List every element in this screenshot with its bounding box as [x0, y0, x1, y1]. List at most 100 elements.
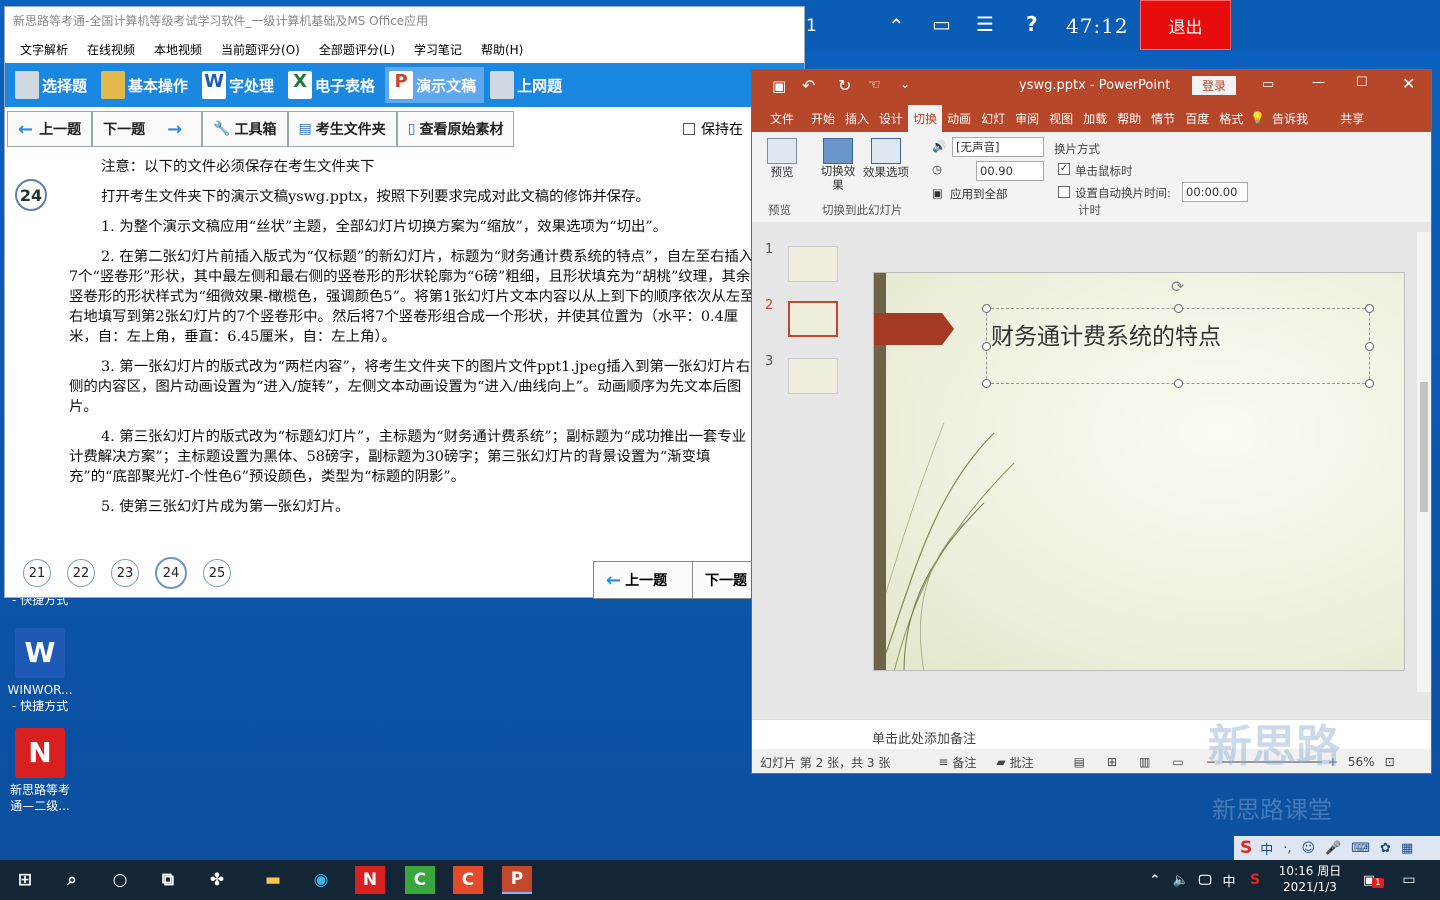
page-24[interactable]: 24 [155, 557, 187, 589]
ribbon-tab-home[interactable]: 开始 [806, 105, 840, 132]
sound-select[interactable]: [无声音] [952, 137, 1044, 157]
tab-excel[interactable]: X 电子表格 [284, 67, 383, 103]
ribbon-tab-design[interactable]: 设计 [874, 105, 908, 132]
collapse-icon[interactable]: ⌃ [888, 14, 905, 38]
slide-thumbnail-2[interactable] [788, 301, 838, 337]
ribbon-tab-storyline[interactable]: 情节 [1146, 105, 1180, 132]
ime-mode[interactable]: 中 [1260, 839, 1273, 858]
resize-handle[interactable] [1174, 304, 1183, 313]
menu-item-local-video[interactable]: 本地视频 [154, 41, 202, 58]
slide-thumbnail-1[interactable] [788, 246, 838, 282]
punctuation-icon[interactable]: ·, [1283, 841, 1291, 856]
apply-all-button[interactable]: 应用到全部 [950, 186, 1008, 202]
customize-qat-icon[interactable]: ⌄ [900, 77, 910, 91]
ribbon-tab-view[interactable]: 视图 [1044, 105, 1078, 132]
toolbox-icon[interactable]: ▦ [1401, 841, 1413, 856]
checklist-icon[interactable]: ☰ [976, 12, 994, 36]
on-click-checkbox[interactable]: ✓ [1058, 163, 1070, 175]
vertical-scrollbar[interactable] [1417, 232, 1431, 692]
student-folder-button[interactable]: ▤ 考生文件夹 [287, 111, 397, 147]
menu-item-score-all[interactable]: 全部题评分(L) [319, 41, 395, 58]
menu-item-notes[interactable]: 学习笔记 [414, 41, 462, 58]
ribbon-tab-review[interactable]: 审阅 [1010, 105, 1044, 132]
desktop-icon-winword[interactable]: W WINWOR... - 快捷方式 [0, 628, 80, 714]
menu-item-help[interactable]: 帮助(H) [481, 41, 523, 58]
skin-icon[interactable]: ✿ [1380, 841, 1391, 856]
reading-view-icon[interactable]: ▥ [1139, 755, 1150, 769]
slide-title[interactable]: 财务通计费系统的特点 [991, 317, 1221, 351]
clock[interactable]: 10:16 周日 2021/1/3 [1278, 863, 1342, 895]
toolbox-button[interactable]: 🔧 工具箱 [202, 111, 288, 147]
search-icon[interactable]: ⌕ [57, 866, 87, 894]
fit-window-icon[interactable]: ⊡ [1385, 755, 1395, 769]
touch-mode-icon[interactable]: ☜ [868, 77, 881, 93]
help-icon[interactable]: ? [1026, 12, 1038, 36]
camtasia-green-icon[interactable]: C [405, 866, 435, 894]
powerpoint-taskbar-icon[interactable]: P [502, 866, 532, 894]
menu-item-text-analysis[interactable]: 文字解析 [20, 41, 68, 58]
pinwheel-app-icon[interactable]: ✤ [202, 866, 232, 894]
edge-icon[interactable]: ◉ [306, 866, 336, 894]
tab-word[interactable]: W 字处理 [198, 67, 282, 103]
tab-internet[interactable]: 上网题 [486, 67, 570, 103]
start-button[interactable]: ⊞ [10, 866, 40, 894]
ribbon-tab-transitions[interactable]: 切换 [908, 104, 943, 132]
task-view-icon[interactable]: ⧉ [153, 866, 183, 894]
slide-canvas[interactable]: 财务通计费系统的特点 ⟳ [873, 272, 1405, 671]
exit-button[interactable]: 退出 [1140, 0, 1231, 50]
file-explorer-icon[interactable]: ▬ [258, 866, 288, 894]
share-button[interactable]: 共享 [1335, 105, 1369, 132]
save-icon[interactable]: ▣ [772, 77, 786, 95]
zoom-level[interactable]: 56% [1348, 755, 1375, 769]
emoji-icon[interactable]: ☺ [1302, 841, 1316, 856]
menu-item-score-current[interactable]: 当前题评分(O) [221, 41, 300, 58]
auto-advance-checkbox[interactable] [1058, 186, 1070, 198]
menu-item-online-video[interactable]: 在线视频 [87, 41, 135, 58]
maximize-icon[interactable]: ☐ [1356, 75, 1368, 90]
ribbon-tab-help[interactable]: 帮助 [1112, 105, 1146, 132]
resize-handle[interactable] [982, 342, 991, 351]
duration-input[interactable]: 00.90 [976, 161, 1044, 181]
minimize-icon[interactable]: — [1312, 75, 1325, 90]
keyboard-icon[interactable]: ⌨ [1351, 841, 1370, 856]
ribbon-tab-slideshow[interactable]: 幻灯 [976, 105, 1010, 132]
keep-on-top-checkbox[interactable]: 保持在 [683, 119, 743, 139]
ribbon-tab-insert[interactable]: 插入 [840, 105, 874, 132]
tab-ppt[interactable]: P 演示文稿 [385, 67, 485, 103]
ribbon-display-icon[interactable]: ▭ [1262, 77, 1274, 92]
title-placeholder[interactable]: 财务通计费系统的特点 ⟳ [982, 277, 1374, 388]
window-icon[interactable]: ▭ [932, 12, 951, 36]
tab-choice[interactable]: 选择题 [11, 67, 95, 103]
view-material-button[interactable]: ▯ 查看原始素材 [396, 111, 515, 147]
close-icon[interactable]: ✕ [1402, 74, 1415, 93]
sogou-tray-icon[interactable]: S [1240, 866, 1270, 894]
resize-handle[interactable] [982, 304, 991, 313]
login-button[interactable]: 登录 [1192, 76, 1237, 95]
page-21[interactable]: 21 [23, 559, 51, 587]
camtasia-red-icon[interactable]: C [453, 866, 483, 894]
checkbox-box[interactable] [683, 123, 695, 135]
resize-handle[interactable] [982, 379, 991, 388]
rotate-handle-icon[interactable]: ⟳ [1171, 277, 1184, 296]
preview-button[interactable]: 预览 [762, 138, 802, 180]
resize-handle[interactable] [1365, 342, 1374, 351]
tab-basic-ops[interactable]: 基本操作 [97, 67, 196, 103]
resize-handle[interactable] [1365, 379, 1374, 388]
tell-me-search[interactable]: 告诉我 [1267, 105, 1313, 132]
effect-options-button[interactable]: 效果选项 [860, 138, 912, 180]
action-center-icon[interactable]: ▭ [1394, 866, 1424, 894]
comments-toggle[interactable]: 批注 [1010, 754, 1034, 771]
prev-question-button[interactable]: ← 上一题 [7, 111, 93, 147]
auto-time-input[interactable]: 00:00.00 [1182, 182, 1248, 202]
undo-icon[interactable]: ↶ [802, 76, 815, 95]
page-25[interactable]: 25 [203, 559, 231, 587]
page-22[interactable]: 22 [67, 559, 95, 587]
scroll-thumb[interactable] [1420, 382, 1428, 512]
xinsilu-taskbar-icon[interactable]: N [355, 866, 385, 894]
desktop-icon-xinsilu[interactable]: N 新思路等考 通—二级... [0, 728, 80, 814]
ribbon-tab-animations[interactable]: 动画 [942, 105, 976, 132]
ribbon-tab-file[interactable]: 文件 [758, 105, 806, 132]
ribbon-tab-baidu[interactable]: 百度 [1180, 105, 1214, 132]
resize-handle[interactable] [1174, 379, 1183, 388]
next-question-button[interactable]: 下一题 → [92, 111, 203, 147]
